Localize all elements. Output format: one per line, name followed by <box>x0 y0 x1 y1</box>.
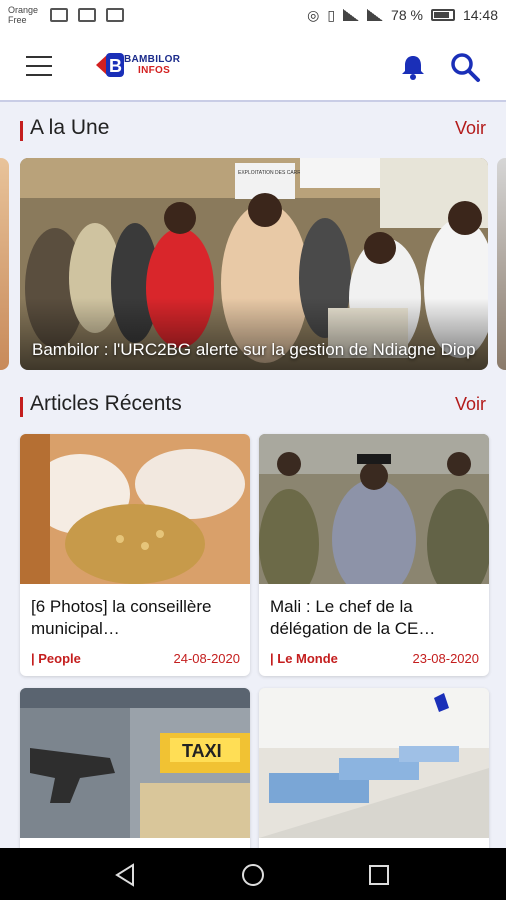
status-icons-right: ◎ ▯ 78 % 14:48 <box>307 7 498 24</box>
signal-icon <box>367 9 384 21</box>
featured-article-caption: Bambilor : l'URC2BG alerte sur la gestio… <box>32 340 476 359</box>
activity-icon <box>106 8 124 22</box>
camera-icon <box>78 8 96 22</box>
recent-section-header: Articles Récents Voir <box>0 389 506 421</box>
article-thumbnail <box>259 688 489 838</box>
see-all-link[interactable]: Voir <box>455 118 486 139</box>
article-thumbnail <box>20 434 250 584</box>
clock: 14:48 <box>462 7 498 23</box>
article-category[interactable]: | Le Monde <box>270 651 338 666</box>
recents-square-icon[interactable] <box>366 862 392 888</box>
home-circle-icon[interactable] <box>240 862 266 888</box>
article-category[interactable]: | People <box>31 651 81 666</box>
article-card[interactable]: [6 Photos] la conseillère municipal… | P… <box>20 434 250 676</box>
featured-article-card[interactable]: EXPLOITATION DES CARRIERES DE SABLE Bamb… <box>20 158 488 370</box>
signal-icon <box>343 9 360 21</box>
article-thumbnail: TAXI <box>20 688 250 838</box>
bell-icon[interactable] <box>398 52 428 82</box>
back-triangle-icon[interactable] <box>113 862 139 888</box>
app-logo[interactable]: B BAMBILOR INFOS <box>94 50 202 80</box>
battery-percent: 78 % <box>391 7 423 23</box>
headline-section-header: A la Une Voir <box>0 113 506 145</box>
carousel-next-peek[interactable] <box>497 158 506 370</box>
article-title: Mali : Le chef de la délégation de la CE… <box>270 597 436 638</box>
hamburger-menu-icon[interactable] <box>26 56 52 76</box>
section-title: Articles Récents <box>30 392 182 415</box>
battery-icon <box>430 9 455 21</box>
section-accent-bar <box>20 121 23 141</box>
svg-text:B: B <box>109 56 122 76</box>
vibrate-icon: ▯ <box>327 6 336 23</box>
logo-text-line2: INFOS <box>138 65 171 76</box>
article-card[interactable] <box>259 688 489 858</box>
app-bar: B BAMBILOR INFOS <box>0 30 506 102</box>
hotspot-icon: ◎ <box>307 6 320 23</box>
article-title: [6 Photos] la conseillère municipal… <box>31 597 212 638</box>
article-card[interactable]: Mali : Le chef de la délégation de la CE… <box>259 434 489 676</box>
carrier-label: Orange Free <box>8 5 39 25</box>
article-date: 24-08-2020 <box>173 651 241 666</box>
article-card[interactable]: TAXI <box>20 688 250 858</box>
section-accent-bar <box>20 397 23 417</box>
status-icons-left <box>50 8 124 22</box>
article-thumbnail <box>259 434 489 584</box>
taxi-sign-text: TAXI <box>182 741 222 761</box>
section-title: A la Une <box>30 116 110 139</box>
system-nav-bar <box>0 848 506 900</box>
carousel-prev-peek[interactable] <box>0 158 9 370</box>
status-bar: Orange Free ◎ ▯ 78 % 14:48 <box>0 0 506 30</box>
search-icon[interactable] <box>448 50 482 84</box>
logo-text-line1: BAMBILOR <box>124 54 181 65</box>
article-date: 23-08-2020 <box>412 651 480 666</box>
image-icon <box>50 8 68 22</box>
see-all-link[interactable]: Voir <box>455 394 486 415</box>
